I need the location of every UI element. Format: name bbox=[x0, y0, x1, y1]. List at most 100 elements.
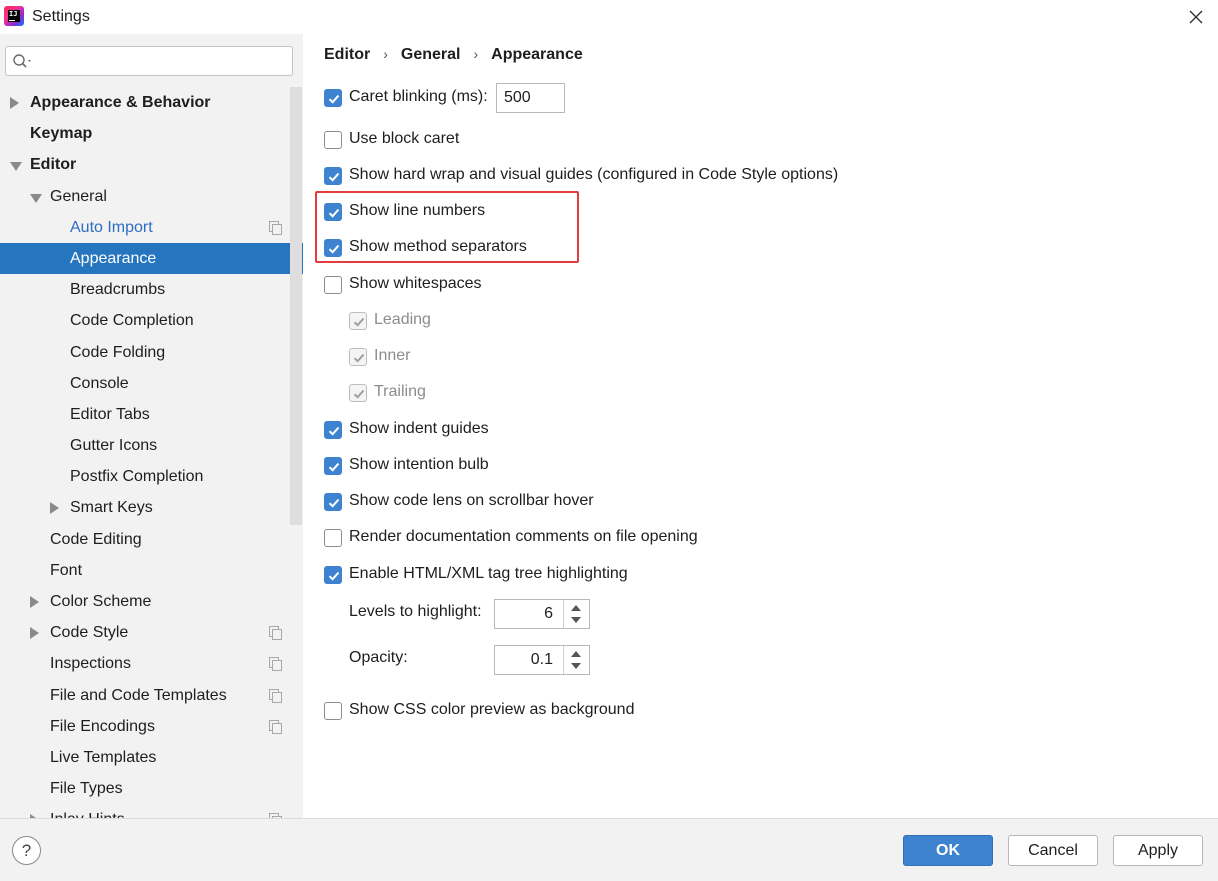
sidebar-item-label: Editor bbox=[30, 156, 77, 174]
sidebar-item-postfix-completion[interactable]: Postfix Completion bbox=[0, 461, 303, 492]
checkbox-unchecked-icon bbox=[324, 131, 342, 149]
search-input[interactable] bbox=[38, 51, 286, 71]
sidebar-item-label: Appearance & Behavior bbox=[30, 94, 211, 111]
breadcrumb-item[interactable]: Editor bbox=[324, 46, 370, 64]
sidebar-item-label: Code Folding bbox=[70, 343, 166, 361]
checkbox-unchecked-icon bbox=[324, 702, 342, 720]
checkbox-checked-icon bbox=[324, 421, 342, 439]
sidebar-item-auto-import[interactable]: Auto Import bbox=[0, 212, 303, 243]
breadcrumb-item[interactable]: General bbox=[401, 46, 461, 64]
levels-spinner[interactable]: 6 bbox=[494, 599, 590, 629]
sidebar-item-color-scheme[interactable]: Color Scheme bbox=[0, 586, 303, 617]
sidebar-item-label: Code Style bbox=[50, 624, 129, 642]
checkbox-checked-icon bbox=[349, 348, 367, 366]
sidebar-item-label: Keymap bbox=[30, 125, 93, 143]
window-title: Settings bbox=[32, 8, 90, 25]
sidebar-item-code-folding[interactable]: Code Folding bbox=[0, 337, 303, 368]
sidebar-item-inlay-hints[interactable]: Inlay Hints bbox=[0, 804, 303, 818]
spinner-arrows[interactable] bbox=[563, 600, 589, 628]
checkbox-checked-icon bbox=[324, 566, 342, 584]
settings-sidebar: Appearance & Behavior Keymap Editor General… bbox=[0, 34, 303, 818]
checkbox-checked-icon bbox=[324, 493, 342, 511]
project-scope-icon bbox=[269, 220, 282, 235]
sidebar-item-gutter-icons[interactable]: Gutter Icons bbox=[0, 430, 303, 461]
close-button[interactable] bbox=[1186, 6, 1206, 28]
levels-value: 6 bbox=[544, 605, 553, 622]
levels-label: Levels to highlight: bbox=[349, 603, 482, 620]
sidebar-item-label: Color Scheme bbox=[50, 593, 152, 610]
sidebar-item-file-types[interactable]: File Types bbox=[0, 773, 303, 804]
sidebar-item-label: General bbox=[50, 187, 107, 205]
breadcrumb-item: Appearance bbox=[491, 46, 583, 63]
sidebar-item-label: Smart Keys bbox=[70, 499, 153, 517]
chevron-up-icon[interactable] bbox=[571, 651, 581, 657]
sidebar-item-label: Code Editing bbox=[50, 530, 142, 548]
chevron-down-icon[interactable] bbox=[571, 663, 581, 669]
caret-blinking-input[interactable]: 500 bbox=[496, 83, 565, 113]
project-scope-icon bbox=[269, 657, 282, 672]
close-icon bbox=[1189, 10, 1203, 24]
search-field[interactable] bbox=[5, 46, 293, 76]
checkbox-checked-icon bbox=[324, 89, 342, 107]
sidebar-item-smart-keys[interactable]: Smart Keys bbox=[0, 492, 303, 523]
sidebar-item-editor-tabs[interactable]: Editor Tabs bbox=[0, 399, 303, 430]
sidebar-item-label: Live Templates bbox=[50, 748, 157, 766]
sidebar-item-live-templates[interactable]: Live Templates bbox=[0, 742, 303, 773]
sidebar-item-code-completion[interactable]: Code Completion bbox=[0, 305, 303, 336]
checkbox-checked-icon bbox=[324, 239, 342, 257]
expand-right-icon[interactable] bbox=[30, 627, 39, 640]
dialog-button-bar: ? OK Cancel Apply bbox=[0, 818, 1218, 881]
sidebar-item-label: Inlay Hints bbox=[50, 804, 125, 818]
sidebar-item-label: File Encodings bbox=[50, 717, 155, 735]
sidebar-item-appearance[interactable]: Appearance bbox=[0, 242, 303, 275]
sidebar-item-label: Console bbox=[70, 374, 129, 392]
sidebar-item-breadcrumbs[interactable]: Breadcrumbs bbox=[0, 274, 303, 305]
search-icon bbox=[13, 54, 31, 68]
project-scope-icon bbox=[269, 626, 282, 641]
expand-down-icon[interactable] bbox=[10, 162, 22, 172]
expand-right-icon[interactable] bbox=[10, 97, 19, 109]
opacity-spinner[interactable]: 0.1 bbox=[494, 645, 590, 675]
chevron-down-icon[interactable] bbox=[571, 617, 581, 623]
sidebar-item-font[interactable]: Font bbox=[0, 555, 303, 586]
chevron-up-icon[interactable] bbox=[571, 605, 581, 611]
sidebar-item-label: Postfix Completion bbox=[70, 468, 204, 486]
chevron-right-icon: › bbox=[383, 46, 388, 62]
sidebar-item-label: File and Code Templates bbox=[50, 686, 227, 704]
sidebar-item-inspections[interactable]: Inspections bbox=[0, 648, 303, 679]
chevron-right-icon: › bbox=[473, 46, 479, 62]
checkbox-unchecked-icon bbox=[324, 529, 342, 547]
settings-tree: Appearance & Behavior Keymap Editor General… bbox=[0, 87, 303, 818]
cancel-button[interactable]: Cancel bbox=[1008, 835, 1098, 866]
sidebar-item-keymap[interactable]: Keymap bbox=[0, 118, 303, 149]
sidebar-item-general[interactable]: General bbox=[0, 181, 303, 212]
spinner-arrows[interactable] bbox=[563, 646, 589, 674]
expand-down-icon[interactable] bbox=[30, 193, 42, 203]
sidebar-item-file-encodings[interactable]: File Encodings bbox=[0, 711, 303, 742]
sidebar-item-file-and-code-templates[interactable]: File and Code Templates bbox=[0, 680, 303, 711]
sidebar-item-appearance-behavior[interactable]: Appearance & Behavior bbox=[0, 87, 303, 118]
sidebar-item-editor[interactable]: Editor bbox=[0, 149, 303, 180]
sidebar-item-label: Editor Tabs bbox=[70, 405, 150, 423]
checkbox-checked-icon bbox=[324, 457, 342, 475]
checkbox-checked-icon bbox=[349, 384, 367, 402]
sidebar-item-console[interactable]: Console bbox=[0, 368, 303, 399]
expand-right-icon[interactable] bbox=[50, 502, 59, 515]
sidebar-item-label: Gutter Icons bbox=[70, 437, 158, 455]
help-button[interactable]: ? bbox=[12, 836, 41, 865]
checkbox-unchecked-icon bbox=[324, 276, 342, 294]
checkbox-checked-icon bbox=[324, 203, 342, 221]
sidebar-item-label: Font bbox=[50, 561, 83, 579]
apply-button[interactable]: Apply bbox=[1113, 835, 1203, 866]
sidebar-item-code-style[interactable]: Code Style bbox=[0, 617, 303, 648]
expand-right-icon[interactable] bbox=[30, 596, 39, 608]
sidebar-item-label: File Types bbox=[50, 780, 123, 798]
sidebar-item-label: Appearance bbox=[70, 249, 157, 267]
project-scope-icon bbox=[269, 688, 282, 703]
sidebar-item-code-editing[interactable]: Code Editing bbox=[0, 524, 303, 555]
sidebar-item-label: Auto Import bbox=[70, 218, 153, 236]
checkbox-checked-icon bbox=[349, 312, 367, 330]
ok-button[interactable]: OK bbox=[903, 835, 993, 866]
sidebar-scrollbar[interactable] bbox=[290, 87, 302, 525]
opacity-value: 0.1 bbox=[530, 651, 553, 668]
